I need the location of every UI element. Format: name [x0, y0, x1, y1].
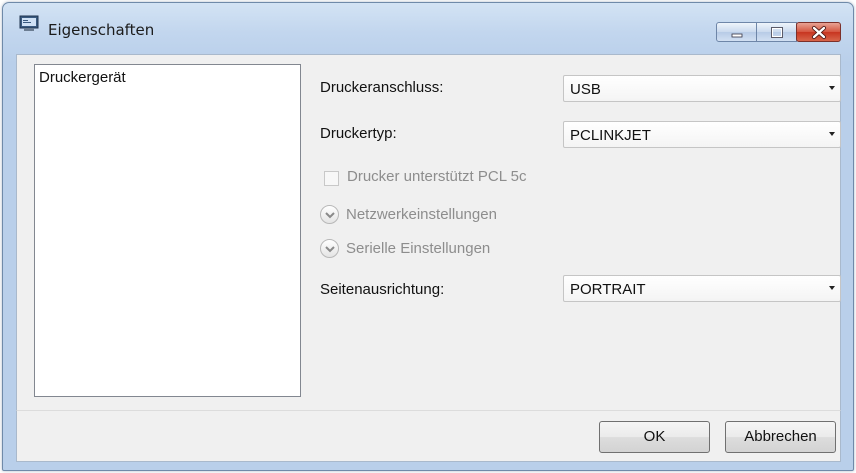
serial-settings-expander[interactable] [320, 239, 339, 258]
maximize-icon [771, 27, 783, 38]
printer-port-select[interactable]: USB [563, 75, 841, 102]
chevron-down-icon [829, 286, 835, 290]
chevron-down-icon [829, 132, 835, 136]
chevron-down-icon [325, 212, 335, 219]
network-settings-expander[interactable] [320, 205, 339, 224]
dialog-content: Druckergerät Druckeranschluss: USB Druck… [16, 54, 841, 412]
printer-type-value: PCLINKJET [570, 127, 651, 144]
page-orientation-value: PORTRAIT [570, 281, 646, 298]
printer-properties-icon [19, 15, 41, 32]
maximize-button[interactable] [756, 22, 797, 42]
list-item-druckergeraet[interactable]: Druckergerät [39, 69, 126, 86]
minimize-button[interactable] [716, 22, 757, 42]
minimize-icon [731, 33, 743, 38]
dialog-footer: OK Abbrechen [16, 410, 841, 462]
chevron-down-icon [829, 86, 835, 90]
printer-type-select[interactable]: PCLINKJET [563, 121, 841, 148]
title-bar[interactable]: Eigenschaften [3, 3, 853, 43]
pcl5c-checkbox-label: Drucker unterstützt PCL 5c [347, 168, 527, 185]
page-orientation-select[interactable]: PORTRAIT [563, 275, 841, 302]
printer-port-value: USB [570, 81, 601, 98]
close-button[interactable] [796, 22, 841, 42]
printer-port-label: Druckeranschluss: [320, 79, 444, 96]
ok-button[interactable]: OK [599, 421, 710, 453]
network-settings-label: Netzwerkeinstellungen [346, 206, 497, 223]
serial-settings-label: Serielle Einstellungen [346, 240, 491, 257]
page-orientation-label: Seitenausrichtung: [320, 281, 445, 298]
chevron-down-icon [325, 246, 335, 253]
window-title: Eigenschaften [48, 21, 155, 39]
cancel-button[interactable]: Abbrechen [725, 421, 836, 453]
printer-type-label: Druckertyp: [320, 125, 397, 142]
category-list[interactable]: Druckergerät [34, 64, 301, 397]
pcl5c-checkbox[interactable] [324, 171, 339, 186]
close-icon [812, 26, 826, 39]
properties-dialog: Eigenschaften Druckergerät Druckeranschl… [2, 2, 854, 471]
